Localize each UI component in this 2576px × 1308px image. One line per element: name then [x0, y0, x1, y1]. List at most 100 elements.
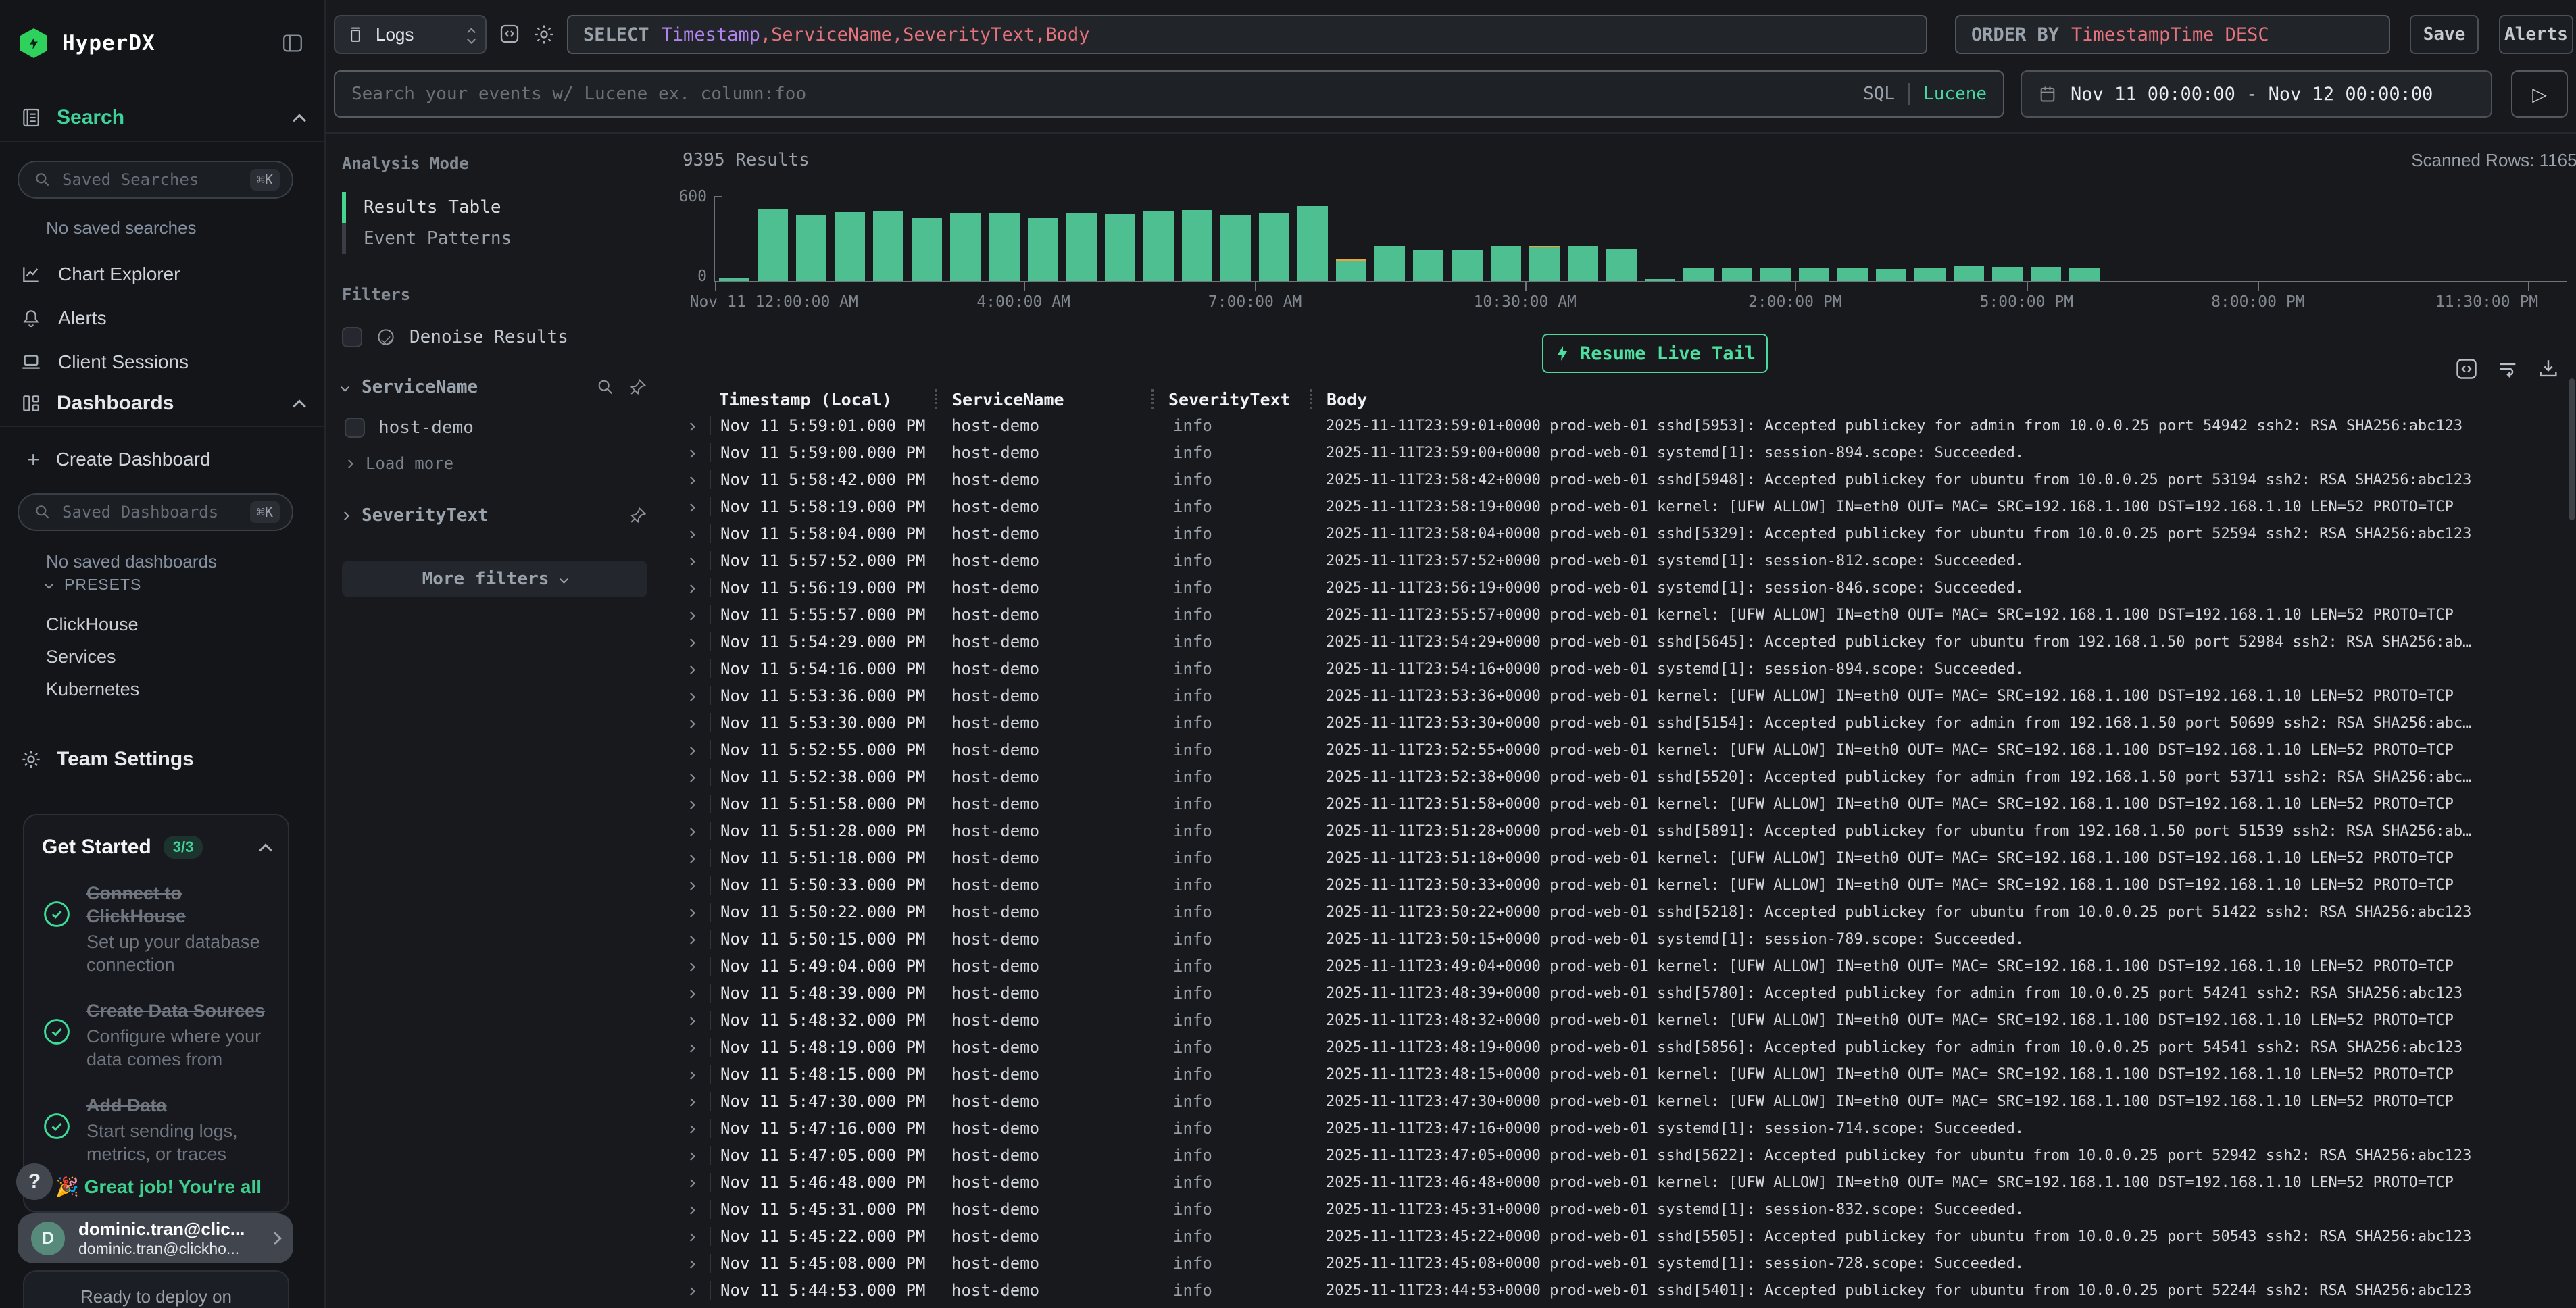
denoise-checkbox[interactable] [342, 327, 362, 347]
table-row[interactable]: Nov 11 5:51:18.000 PM host-demo info 202… [683, 845, 2576, 872]
get-started-step[interactable]: Create Data Sources Configure where your… [42, 999, 270, 1071]
order-by-input[interactable]: ORDER BY TimestampTime DESC [1955, 15, 2390, 54]
table-row[interactable]: Nov 11 5:44:37.000 PM host-demo info 202… [683, 1304, 2576, 1308]
mode-results-table[interactable]: Results Table [342, 192, 647, 223]
sidebar-section-search[interactable]: Search [0, 103, 324, 132]
expand-row-chevron-icon[interactable] [683, 852, 710, 865]
table-row[interactable]: Nov 11 5:57:52.000 PM host-demo info 202… [683, 547, 2576, 574]
event-search-bar[interactable]: SQL Lucene [334, 70, 2004, 118]
column-header-severitytext[interactable]: SeverityText [1151, 389, 1310, 409]
expand-row-chevron-icon[interactable] [683, 987, 710, 1000]
expand-row-chevron-icon[interactable] [683, 528, 710, 540]
table-row[interactable]: Nov 11 5:46:48.000 PM host-demo info 202… [683, 1169, 2576, 1196]
language-toggle-lucene[interactable]: Lucene [1923, 84, 1987, 104]
expand-row-chevron-icon[interactable] [683, 717, 710, 730]
table-row[interactable]: Nov 11 5:50:22.000 PM host-demo info 202… [683, 899, 2576, 926]
table-row[interactable]: Nov 11 5:47:05.000 PM host-demo info 202… [683, 1142, 2576, 1169]
time-range-picker[interactable]: Nov 11 00:00:00 - Nov 12 00:00:00 [2021, 70, 2492, 118]
help-button[interactable]: ? [16, 1163, 53, 1200]
expand-row-chevron-icon[interactable] [683, 420, 710, 432]
expand-row-chevron-icon[interactable] [683, 501, 710, 513]
sidebar-item-chart-explorer[interactable]: Chart Explorer [0, 258, 324, 291]
query-settings-gear-icon[interactable] [532, 23, 555, 46]
presets-toggle[interactable]: PRESETS [46, 576, 141, 594]
expand-row-chevron-icon[interactable] [683, 960, 710, 973]
deploy-teaser-card[interactable]: Ready to deploy on [23, 1270, 289, 1308]
table-row[interactable]: Nov 11 5:59:01.000 PM host-demo info 202… [683, 412, 2576, 439]
expand-row-chevron-icon[interactable] [683, 798, 710, 811]
saved-searches-search[interactable]: ⌘K [18, 161, 293, 199]
filter-search-icon[interactable] [596, 378, 615, 397]
get-started-step[interactable]: Connect to ClickHouse Set up your databa… [42, 882, 270, 976]
table-row[interactable]: Nov 11 5:48:39.000 PM host-demo info 202… [683, 980, 2576, 1007]
table-row[interactable]: Nov 11 5:47:16.000 PM host-demo info 202… [683, 1115, 2576, 1142]
language-toggle-sql[interactable]: SQL [1863, 84, 1895, 104]
download-icon[interactable] [2537, 357, 2560, 380]
select-clause-input[interactable]: SELECT Timestamp ,ServiceName,SeverityTe… [567, 15, 1927, 54]
filter-section-severitytext[interactable]: SeverityText [342, 505, 647, 526]
code-toggle-icon[interactable] [499, 23, 520, 45]
table-row[interactable]: Nov 11 5:45:22.000 PM host-demo info 202… [683, 1223, 2576, 1250]
histogram-bars[interactable] [715, 196, 2567, 281]
expand-row-chevron-icon[interactable] [683, 879, 710, 892]
source-select[interactable]: Logs [334, 15, 487, 54]
column-header-body[interactable]: Body [1310, 389, 2576, 409]
expand-row-chevron-icon[interactable] [683, 1257, 710, 1270]
column-header-servicename[interactable]: ServiceName [935, 389, 1151, 409]
table-row[interactable]: Nov 11 5:49:04.000 PM host-demo info 202… [683, 953, 2576, 980]
table-row[interactable]: Nov 11 5:51:58.000 PM host-demo info 202… [683, 790, 2576, 818]
service-value-label[interactable]: host-demo [378, 418, 474, 438]
search-input[interactable] [351, 84, 1850, 104]
expand-row-chevron-icon[interactable] [683, 636, 710, 649]
view-source-code-icon[interactable] [2454, 357, 2479, 381]
expand-row-chevron-icon[interactable] [683, 933, 710, 946]
expand-row-chevron-icon[interactable] [683, 1014, 710, 1027]
load-more-button[interactable]: Load more [342, 454, 647, 473]
expand-row-chevron-icon[interactable] [683, 1095, 710, 1108]
pin-icon[interactable] [628, 378, 647, 397]
expand-row-chevron-icon[interactable] [683, 906, 710, 919]
filter-section-servicename[interactable]: ServiceName [342, 377, 647, 397]
collapse-sidebar-icon[interactable] [281, 32, 304, 55]
table-row[interactable]: Nov 11 5:48:19.000 PM host-demo info 202… [683, 1034, 2576, 1061]
column-header-timestamp[interactable]: Timestamp (Local) [710, 390, 935, 409]
more-filters-button[interactable]: More filters [342, 561, 647, 597]
alerts-button[interactable]: Alerts [2499, 15, 2573, 54]
saved-searches-input[interactable] [62, 170, 239, 189]
table-row[interactable]: Nov 11 5:50:15.000 PM host-demo info 202… [683, 926, 2576, 953]
table-row[interactable]: Nov 11 5:52:38.000 PM host-demo info 202… [683, 763, 2576, 790]
sidebar-preset-item[interactable]: ClickHouse [0, 608, 324, 640]
expand-row-chevron-icon[interactable] [683, 771, 710, 784]
expand-row-chevron-icon[interactable] [683, 690, 710, 703]
pin-icon[interactable] [628, 506, 647, 525]
expand-row-chevron-icon[interactable] [683, 1149, 710, 1162]
run-query-button[interactable]: ▷ [2511, 70, 2568, 118]
expand-row-chevron-icon[interactable] [683, 555, 710, 568]
table-row[interactable]: Nov 11 5:52:55.000 PM host-demo info 202… [683, 736, 2576, 763]
expand-row-chevron-icon[interactable] [683, 474, 710, 486]
expand-row-chevron-icon[interactable] [683, 1122, 710, 1135]
mode-event-patterns[interactable]: Event Patterns [342, 223, 647, 254]
expand-row-chevron-icon[interactable] [683, 582, 710, 595]
sidebar-preset-item[interactable]: Kubernetes [0, 673, 324, 705]
table-row[interactable]: Nov 11 5:48:32.000 PM host-demo info 202… [683, 1007, 2576, 1034]
table-row[interactable]: Nov 11 5:54:29.000 PM host-demo info 202… [683, 628, 2576, 655]
table-row[interactable]: Nov 11 5:55:57.000 PM host-demo info 202… [683, 601, 2576, 628]
expand-row-chevron-icon[interactable] [683, 1068, 710, 1081]
chevron-up-icon[interactable] [259, 843, 272, 857]
expand-row-chevron-icon[interactable] [683, 663, 710, 676]
table-row[interactable]: Nov 11 5:56:19.000 PM host-demo info 202… [683, 574, 2576, 601]
wrap-lines-icon[interactable] [2496, 357, 2519, 380]
expand-row-chevron-icon[interactable] [683, 744, 710, 757]
resume-live-tail-button[interactable]: Resume Live Tail [1542, 334, 1768, 373]
vertical-scrollbar[interactable] [2569, 378, 2575, 520]
table-row[interactable]: Nov 11 5:54:16.000 PM host-demo info 202… [683, 655, 2576, 682]
table-row[interactable]: Nov 11 5:51:28.000 PM host-demo info 202… [683, 818, 2576, 845]
saved-dashboards-search[interactable]: ⌘K [18, 493, 293, 531]
service-value-checkbox[interactable] [345, 418, 365, 438]
table-row[interactable]: Nov 11 5:45:31.000 PM host-demo info 202… [683, 1196, 2576, 1223]
get-started-step[interactable]: Add Data Start sending logs, metrics, or… [42, 1094, 270, 1165]
sidebar-item-alerts[interactable]: Alerts [0, 302, 324, 334]
user-profile-chip[interactable]: D dominic.tran@clic... dominic.tran@clic… [18, 1213, 293, 1263]
table-row[interactable]: Nov 11 5:53:30.000 PM host-demo info 202… [683, 709, 2576, 736]
